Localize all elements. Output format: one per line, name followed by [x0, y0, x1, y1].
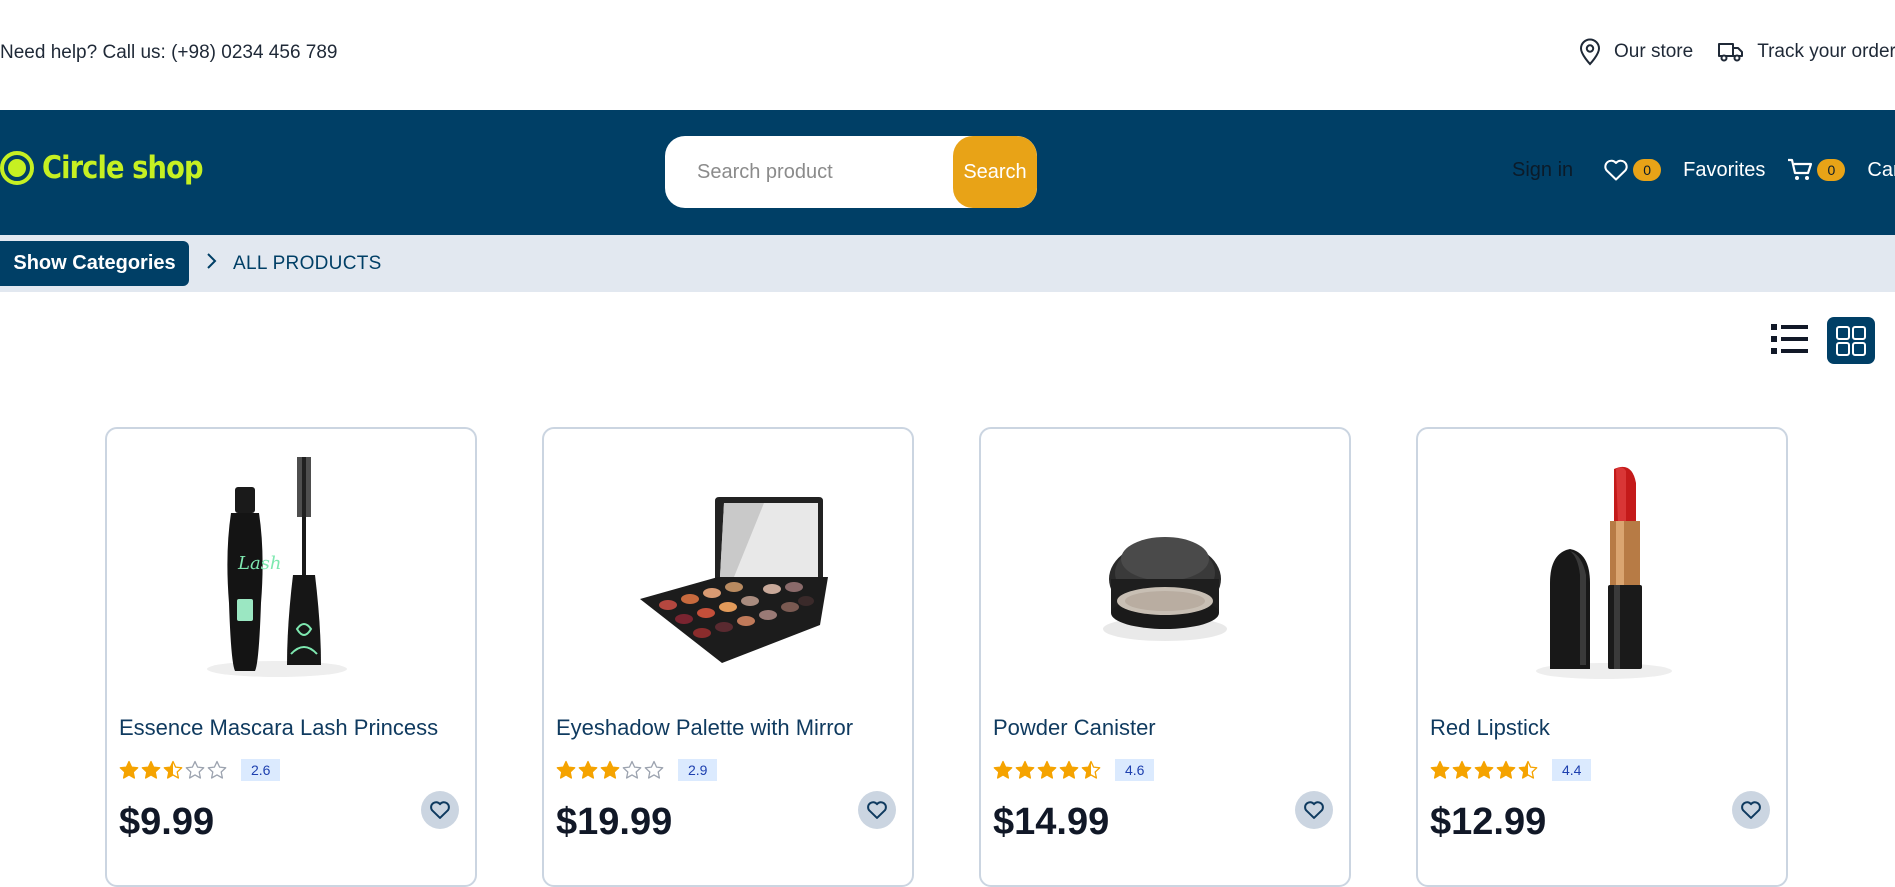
- list-view-button[interactable]: [1771, 322, 1809, 361]
- star-full-icon: [1474, 760, 1494, 779]
- product-card[interactable]: Eyeshadow Palette with Mirror 2.9 $19.99: [542, 427, 914, 887]
- logo[interactable]: Circle shop: [0, 150, 225, 186]
- favorites-link[interactable]: Favorites: [1683, 159, 1765, 182]
- product-price: $14.99: [993, 801, 1110, 843]
- track-order-label: Track your order: [1757, 41, 1895, 62]
- search-button[interactable]: Search: [953, 136, 1037, 208]
- chevron-right-icon: [207, 253, 217, 269]
- favorites-icon-button[interactable]: 0: [1603, 158, 1662, 182]
- star-empty-icon: [622, 760, 642, 779]
- star-full-icon: [578, 760, 598, 779]
- star-empty-icon: [185, 760, 205, 779]
- rating-stars: 2.6: [119, 759, 281, 781]
- svg-text:Lash: Lash: [237, 553, 282, 574]
- star-full-icon: [1037, 760, 1057, 779]
- star-full-icon: [1452, 760, 1472, 779]
- cart-icon-button[interactable]: 0: [1787, 158, 1846, 182]
- cart-count-badge: 0: [1817, 159, 1846, 181]
- product-price: $12.99: [1430, 801, 1547, 843]
- star-full-icon: [556, 760, 576, 779]
- top-links: Our store Track your order: [1578, 38, 1895, 66]
- heart-icon: [1604, 159, 1628, 181]
- heart-icon: [430, 801, 450, 819]
- product-title[interactable]: Essence Mascara Lash Princess: [119, 715, 438, 741]
- map-pin-icon: [1579, 38, 1601, 66]
- track-order-link[interactable]: Track your order: [1717, 40, 1895, 64]
- add-to-favorites-button[interactable]: [1295, 791, 1333, 829]
- star-full-icon: [600, 760, 620, 779]
- search-input[interactable]: [665, 136, 965, 208]
- rating-stars: 4.6: [993, 759, 1155, 781]
- eyeshadow-palette-image: [640, 497, 828, 663]
- star-full-icon: [1059, 760, 1079, 779]
- star-full-icon: [993, 760, 1013, 779]
- our-store-link[interactable]: Our store: [1578, 38, 1693, 66]
- cart-link[interactable]: Cart: [1867, 159, 1895, 182]
- product-price: $9.99: [119, 801, 215, 843]
- add-to-favorites-button[interactable]: [421, 791, 459, 829]
- red-lipstick-image: [1536, 466, 1672, 679]
- heart-icon: [867, 801, 887, 819]
- star-full-icon: [1496, 760, 1516, 779]
- product-title[interactable]: Powder Canister: [993, 715, 1156, 741]
- header-actions: Sign in 0 Favorites 0 Cart: [1512, 158, 1895, 182]
- star-half-icon: [1518, 760, 1538, 779]
- star-full-icon: [1430, 760, 1450, 779]
- our-store-label: Our store: [1614, 41, 1694, 62]
- show-categories-button[interactable]: Show Categories: [0, 241, 189, 286]
- logo-text: Circle shop: [42, 150, 203, 186]
- breadcrumb-current[interactable]: ALL PRODUCTS: [233, 253, 382, 275]
- star-half-icon: [163, 760, 183, 779]
- sign-in-link[interactable]: Sign in: [1512, 159, 1573, 182]
- product-card[interactable]: Red Lipstick 4.4 $12.99: [1416, 427, 1788, 887]
- star-half-icon: [1081, 760, 1101, 779]
- star-full-icon: [141, 760, 161, 779]
- product-title[interactable]: Eyeshadow Palette with Mirror: [556, 715, 853, 741]
- search-bar: Search: [665, 136, 1037, 208]
- product-title[interactable]: Red Lipstick: [1430, 715, 1550, 741]
- add-to-favorites-button[interactable]: [858, 791, 896, 829]
- help-text: Need help? Call us: (+98) 0234 456 789: [0, 42, 338, 63]
- product-card[interactable]: Lash Essence Mascara Lash Princess 2.6 $…: [105, 427, 477, 887]
- mascara-image: Lash: [207, 457, 347, 677]
- powder-canister-image: [1103, 537, 1227, 641]
- rating-badge: 2.6: [241, 759, 281, 781]
- grid-view-icon: [1836, 325, 1866, 356]
- product-card[interactable]: Powder Canister 4.6 $14.99: [979, 427, 1351, 887]
- rating-badge: 4.4: [1552, 759, 1592, 781]
- star-full-icon: [119, 760, 139, 779]
- rating-stars: 4.4: [1430, 759, 1592, 781]
- top-bar: Need help? Call us: (+98) 0234 456 789 O…: [0, 0, 1895, 110]
- main-header: Circle shop Search Sign in 0 Favorites 0…: [0, 110, 1895, 235]
- rating-badge: 4.6: [1115, 759, 1155, 781]
- breadcrumb-bar: Show Categories ALL PRODUCTS: [0, 235, 1895, 292]
- rating-badge: 2.9: [678, 759, 718, 781]
- logo-circle-icon: [0, 151, 34, 185]
- rating-stars: 2.9: [556, 759, 718, 781]
- truck-icon: [1718, 43, 1744, 62]
- shopping-cart-icon: [1788, 158, 1813, 180]
- star-empty-icon: [644, 760, 664, 779]
- list-view-icon: [1771, 324, 1808, 354]
- product-price: $19.99: [556, 801, 673, 843]
- grid-view-button[interactable]: [1827, 317, 1875, 364]
- heart-icon: [1741, 801, 1761, 819]
- add-to-favorites-button[interactable]: [1732, 791, 1770, 829]
- heart-icon: [1304, 801, 1324, 819]
- star-full-icon: [1015, 760, 1035, 779]
- star-empty-icon: [207, 760, 227, 779]
- favorites-count-badge: 0: [1633, 159, 1662, 181]
